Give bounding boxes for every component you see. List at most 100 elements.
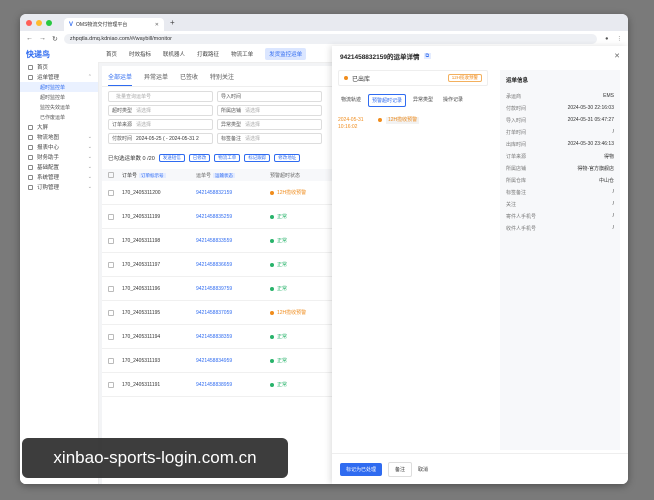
table-row[interactable]: 170_2405311195 9421458837059 12H揽收预警: [102, 301, 332, 325]
reload-icon[interactable]: ↻: [52, 35, 58, 43]
sidebar-item[interactable]: 大屏: [20, 122, 98, 132]
select-all-checkbox[interactable]: [108, 172, 114, 178]
sidebar-item[interactable]: 系统管理 ⌄: [20, 172, 98, 182]
copy-icon[interactable]: ⧉: [423, 53, 432, 59]
import-time-field[interactable]: 导入时间: [217, 91, 322, 102]
table-row[interactable]: 170_2405311199 9421458835259 正常: [102, 205, 332, 229]
row-checkbox[interactable]: [108, 285, 114, 292]
table-row[interactable]: 170_2405311194 9421458838359 正常: [102, 325, 332, 349]
abnormal-type-select[interactable]: 异常类型 请选择: [217, 119, 322, 130]
timeline-item: 2024-05-31 10:16:02 12H揽收预警: [338, 117, 488, 131]
sidebar-item[interactable]: 物流地图 ⌄: [20, 132, 98, 142]
table-row[interactable]: 170_2405311198 9421458833559 正常: [102, 229, 332, 253]
waybill-link[interactable]: 9421458838359: [196, 334, 270, 340]
sidebar-item[interactable]: 报表中心 ⌄: [20, 142, 98, 152]
edit-address-button[interactable]: 修改地址: [274, 154, 301, 162]
new-tab-icon[interactable]: +: [170, 18, 175, 27]
back-icon[interactable]: ←: [26, 35, 33, 42]
table-row[interactable]: 170_2405311197 9421458836659 正常: [102, 253, 332, 277]
mark-track-button[interactable]: 标记跟踪: [244, 154, 271, 162]
sidebar-item[interactable]: 基础配置 ⌄: [20, 162, 98, 172]
status-text: 正常: [277, 334, 288, 340]
waybill-icon: [28, 74, 33, 80]
tab-special[interactable]: 特别关注: [210, 72, 234, 86]
top-nav-item[interactable]: 首页: [106, 50, 117, 58]
waybill-link[interactable]: 9421458839759: [196, 286, 270, 292]
col-waybill-chip[interactable]: 运输状态: [213, 172, 236, 178]
remark-button[interactable]: 备注: [388, 461, 413, 477]
menu-icon[interactable]: ⋮: [617, 36, 623, 42]
waybill-link[interactable]: 9421458834959: [196, 358, 270, 364]
tab-signed[interactable]: 已签收: [180, 72, 198, 86]
status-text: 正常: [277, 286, 288, 292]
close-icon[interactable]: ✕: [614, 52, 620, 60]
tab-track[interactable]: 物流轨迹: [338, 94, 364, 107]
row-checkbox[interactable]: [108, 333, 114, 340]
sidebar-sub-item[interactable]: 超时监控单: [20, 92, 98, 102]
tab-abnormal-type[interactable]: 异常类型: [410, 94, 436, 107]
waybill-link[interactable]: 9421458838959: [196, 382, 270, 388]
close-window-icon[interactable]: [26, 19, 32, 26]
logistics-ticket-button[interactable]: 物流工单: [214, 154, 241, 162]
tab-close-icon[interactable]: ✕: [155, 22, 159, 28]
waybill-search-input[interactable]: 批量查询运单号: [108, 91, 213, 102]
top-nav-item[interactable]: 打截路征: [197, 50, 219, 58]
waybill-link[interactable]: 9421458837059: [196, 310, 270, 316]
col-order-chip[interactable]: 订单标示号: [139, 172, 166, 178]
row-checkbox[interactable]: [108, 309, 114, 316]
send-sms-button[interactable]: 发送短信: [158, 154, 185, 162]
table-row[interactable]: 170_2405311191 9421458838959 正常: [102, 373, 332, 397]
sidebar-item[interactable]: 订购管理 ⌄: [20, 182, 98, 192]
modified-button[interactable]: 已修改: [188, 154, 211, 162]
tab-abnormal[interactable]: 异常运单: [144, 72, 168, 86]
sidebar-sub-item[interactable]: 已作废运单: [20, 112, 98, 122]
sidebar-sub-item[interactable]: 超时监控单: [20, 82, 98, 92]
tag-remark-select[interactable]: 标签备注 请选择: [217, 133, 322, 144]
filter-panel: 批量查询运单号 导入时间 超时类型 请选择 所属店铺 请选择 订单来源 请选择 异常类…: [102, 87, 332, 151]
top-nav-item[interactable]: 物流工单: [231, 50, 253, 58]
row-checkbox[interactable]: [108, 261, 114, 268]
maximize-window-icon[interactable]: [46, 19, 52, 26]
row-checkbox[interactable]: [108, 213, 114, 220]
status-text: 12H揽收预警: [277, 190, 307, 196]
top-nav-item-active[interactable]: 发货监控运单: [265, 48, 307, 60]
pay-time-range[interactable]: 付款时间 2024-05-25 ( - 2024-05-31 2: [108, 133, 213, 144]
waybill-link[interactable]: 9421458836659: [196, 262, 270, 268]
info-value: 2024-05-30 23:46:13: [567, 141, 614, 147]
waybill-link[interactable]: 9421458832159: [196, 190, 270, 196]
table-row[interactable]: 170_2405311193 9421458834959 正常: [102, 349, 332, 373]
sidebar-item[interactable]: 财务助手 ⌄: [20, 152, 98, 162]
timeout-type-select[interactable]: 超时类型 请选择: [108, 105, 213, 116]
row-checkbox[interactable]: [108, 237, 114, 244]
sidebar-item-waybill[interactable]: 运单管理 ⌃: [20, 72, 98, 82]
waybill-link[interactable]: 9421458835259: [196, 214, 270, 220]
row-checkbox[interactable]: [108, 189, 114, 196]
store-select[interactable]: 所属店铺 请选择: [217, 105, 322, 116]
logo[interactable]: 快递鸟: [20, 46, 98, 62]
order-icon: [28, 184, 33, 190]
status-cell: 正常: [270, 285, 287, 292]
tab-operation-log[interactable]: 操作记录: [440, 94, 466, 107]
tab-all[interactable]: 全部运单: [108, 72, 133, 86]
cancel-button[interactable]: 取消: [418, 466, 428, 473]
table-row[interactable]: 170_2405311200 9421458832159 12H揽收预警: [102, 181, 332, 205]
status-dot: [270, 334, 274, 339]
sidebar-item-home[interactable]: 首页: [20, 62, 98, 72]
row-checkbox[interactable]: [108, 381, 114, 388]
sidebar-sub-item[interactable]: 监控失效运单: [20, 102, 98, 112]
chevron-down-icon: ⌄: [87, 184, 92, 190]
url-field[interactable]: zhpqtla.dmq.kdniao.com/#/waybill/monitor: [63, 33, 598, 44]
mark-processed-button[interactable]: 标记为已处理: [340, 462, 383, 476]
minimize-window-icon[interactable]: [36, 19, 42, 26]
order-source-select[interactable]: 订单来源 请选择: [108, 119, 213, 130]
table-row[interactable]: 170_2405311196 9421458839759 正常: [102, 277, 332, 301]
row-checkbox[interactable]: [108, 357, 114, 364]
info-row: 出库时间 2024-05-30 23:46:13: [506, 138, 614, 150]
waybill-link[interactable]: 9421458833559: [196, 238, 270, 244]
tab-warn-record[interactable]: 预警超时记录: [368, 94, 407, 107]
profile-icon[interactable]: ●: [605, 36, 608, 42]
top-nav-item[interactable]: 时效指标: [129, 50, 151, 58]
browser-tab[interactable]: V OMS物流交付管理平台 ✕: [64, 18, 164, 31]
forward-icon[interactable]: →: [39, 35, 46, 42]
top-nav-item[interactable]: 联机器人: [163, 50, 185, 58]
